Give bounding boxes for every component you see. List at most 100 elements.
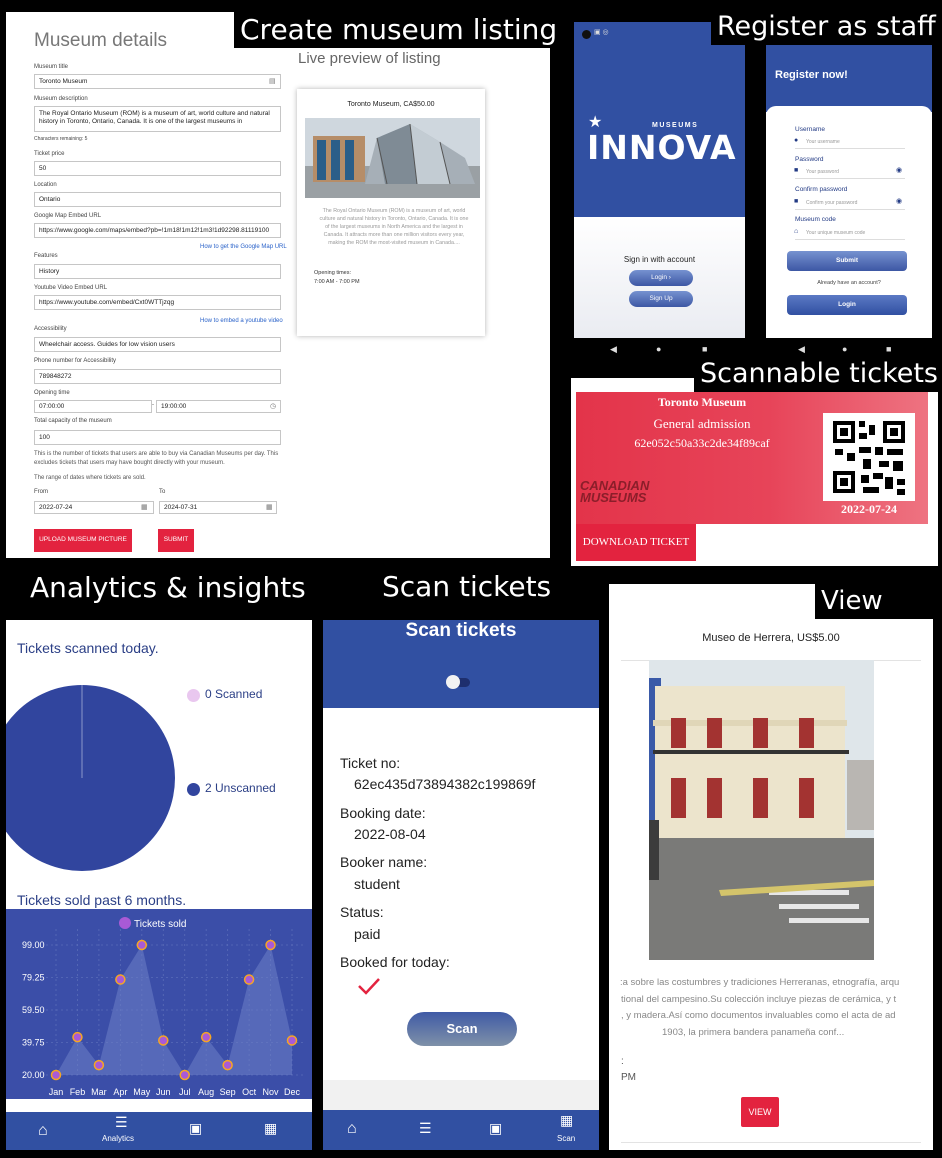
ticket-id: 62e052c50a33c2de34f89caf	[634, 436, 770, 450]
home-icon[interactable]: ●	[656, 344, 661, 354]
museum-icon: ⌂	[794, 228, 799, 235]
home-icon[interactable]: ⌂	[38, 1122, 48, 1140]
confirm-input[interactable]: Confirm your password	[806, 200, 857, 206]
bottom-nav: ⌂ ☰ ▣ ▦ Scan	[323, 1110, 599, 1150]
status-icons: ▣ ◎	[594, 29, 609, 36]
chart-bottom-band	[6, 1099, 312, 1109]
calendar-icon: ▦	[141, 504, 148, 511]
home-icon[interactable]: ●	[842, 344, 847, 354]
signup-button[interactable]: Sign Up	[629, 291, 693, 307]
location-input[interactable]: Ontario	[34, 192, 281, 207]
bottom-nav: ⌂ ☰ Analytics ▣ ▦	[6, 1112, 312, 1150]
register-submit-button[interactable]: Submit	[787, 251, 907, 271]
calendar-icon: ▦	[266, 504, 273, 511]
pie-chart	[6, 685, 175, 871]
qr-icon[interactable]: ▦	[264, 1120, 277, 1137]
booker-value: student	[354, 876, 400, 892]
map-help-link[interactable]: How to get the Google Map URL	[200, 244, 287, 250]
qr-icon[interactable]: ▦	[560, 1112, 573, 1129]
eye-icon[interactable]: ◉	[896, 166, 902, 174]
username-input[interactable]: Your username	[806, 139, 840, 145]
preview-card-description: The Royal Ontario Museum (ROM) is a muse…	[319, 208, 469, 246]
recents-icon[interactable]: ■	[886, 344, 891, 354]
y-tick-label: 79.25	[22, 973, 45, 983]
view-screen: Museo de Herrera, US$5.00 :a sobre las c…	[609, 584, 933, 1150]
username-label: Username	[795, 126, 825, 133]
to-date-input[interactable]: 2024-07-31	[159, 501, 277, 514]
home-icon[interactable]: ⌂	[347, 1120, 357, 1138]
museum-code-input[interactable]: Your unique museum code	[806, 230, 865, 236]
back-icon[interactable]: ◀	[798, 344, 805, 355]
data-point	[158, 1035, 169, 1046]
password-input[interactable]: Your password	[806, 169, 839, 175]
location-label: Location	[34, 182, 57, 188]
data-point	[72, 1031, 83, 1043]
museum-code-label: Museum code	[795, 216, 836, 223]
upload-picture-button[interactable]: UPLOAD MUSEUM PICTURE	[34, 529, 132, 552]
description-textarea[interactable]: The Royal Ontario Museum (ROM) is a muse…	[34, 106, 281, 132]
pie-slice-unscanned	[6, 685, 175, 871]
view-title: Museo de Herrera, US$5.00	[702, 632, 840, 644]
ticket-price-label: Ticket price	[34, 151, 65, 157]
museum-title-input[interactable]: Toronto Museum	[34, 74, 281, 89]
map-url-label: Google Map Embed URL	[34, 213, 102, 219]
register-login-button[interactable]: Login	[787, 295, 907, 315]
recents-icon[interactable]: ■	[702, 344, 707, 354]
back-icon[interactable]: ◀	[610, 344, 617, 355]
x-tick-label: Mar	[91, 1087, 107, 1097]
view-description-4: 1903, la primera bandera panameña conf..…	[662, 1027, 845, 1038]
youtube-help-link[interactable]: How to embed a youtube video	[200, 318, 283, 324]
toggle-knob[interactable]	[446, 675, 460, 689]
youtube-input[interactable]: https://www.youtube.com/embed/Cxt0WTTjzq…	[34, 295, 281, 310]
phones-panel: ▣ ◎ ★ MUSEUMS INNOVA Sign in with accoun…	[572, 12, 942, 362]
login-button[interactable]: Login ›	[629, 270, 693, 286]
museum-title-label: Museum title	[34, 64, 69, 70]
view-description-1: :a sobre las costumbres y tradiciones He…	[620, 977, 900, 988]
accessibility-input[interactable]: Wheelchair access. Guides for low vision…	[34, 337, 281, 352]
open-to-input[interactable]: 19:00:00	[156, 400, 281, 413]
from-date-input[interactable]: 2022-07-24	[34, 501, 154, 514]
phone-input[interactable]: 789848272	[34, 369, 281, 384]
qr-code	[823, 413, 915, 501]
data-point	[243, 974, 255, 985]
confirm-label: Confirm password	[795, 186, 848, 193]
features-label: Features	[34, 253, 58, 259]
clock-icon: ◷	[270, 403, 277, 410]
divider	[795, 209, 905, 210]
data-point	[179, 1069, 190, 1081]
preview-card-title: Toronto Museum, CA$50.00	[347, 101, 435, 108]
from-label: From	[34, 489, 48, 495]
download-ticket-button[interactable]: DOWNLOAD TICKET	[576, 524, 696, 561]
status-value: paid	[354, 926, 381, 942]
chat-icon[interactable]: ▣	[489, 1120, 502, 1137]
analytics-icon[interactable]: ☰	[115, 1114, 128, 1131]
line-chart: 99.00 79.25 59.50 39.75 20.00 Jan Feb Mar Apr May…	[6, 909, 312, 1109]
caption-scannable: Scannable tickets	[694, 356, 942, 392]
view-button[interactable]: VIEW	[741, 1097, 779, 1127]
analytics-icon[interactable]: ☰	[419, 1120, 432, 1137]
scan-button[interactable]: Scan	[407, 1012, 517, 1046]
data-point	[136, 939, 148, 951]
phone-label: Phone number for Accessibility	[34, 358, 117, 364]
map-url-input[interactable]: https://www.google.com/maps/embed?pb=!1m…	[34, 223, 281, 238]
legend-unscanned: 2 Unscanned	[205, 781, 276, 795]
eye-icon[interactable]: ◉	[896, 197, 902, 205]
museum-photo	[649, 660, 874, 960]
nav-analytics-label[interactable]: Analytics	[102, 1134, 134, 1143]
y-tick-label: 39.75	[22, 1038, 45, 1048]
capacity-input[interactable]: 100	[34, 430, 281, 445]
chat-icon[interactable]: ▣	[189, 1120, 202, 1137]
view-hours-pm: PM	[621, 1072, 636, 1083]
y-tick-label: 99.00	[22, 940, 45, 950]
legend-swatch-unscanned	[187, 783, 200, 796]
booker-label: Booker name:	[340, 854, 428, 870]
features-input[interactable]: History	[34, 264, 281, 279]
preview-card: Toronto Museum, CA$50.00 The Royal Ontar…	[297, 89, 485, 336]
submit-button[interactable]: SUBMIT	[158, 529, 194, 552]
nav-scan-label[interactable]: Scan	[557, 1134, 575, 1143]
y-tick-label: 20.00	[22, 1070, 45, 1080]
view-description-3: , y madera.Así como documentos invaluabl…	[621, 1010, 896, 1021]
data-point	[286, 1035, 298, 1046]
ticket-price-input[interactable]: 50	[34, 161, 281, 176]
open-from-input[interactable]: 07:00:00	[34, 400, 152, 413]
